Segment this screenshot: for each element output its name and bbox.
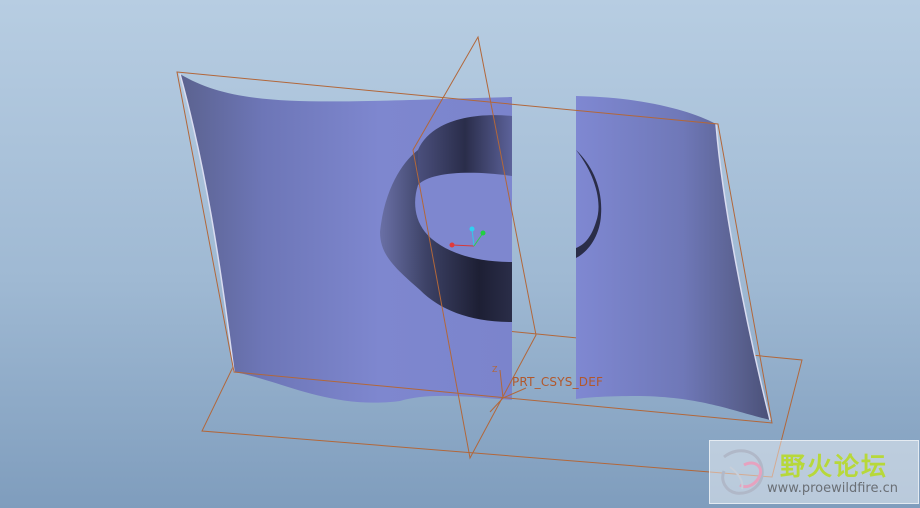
watermark-title: 野火论坛 <box>780 452 889 481</box>
model-viewport[interactable]: Z PRT_CSYS_DEF 野火论坛 www.proewildfire.cn <box>0 0 920 508</box>
csys-label: PRT_CSYS_DEF <box>512 375 604 389</box>
right-surface[interactable] <box>576 96 770 420</box>
forum-watermark: 野火论坛 www.proewildfire.cn <box>709 440 919 504</box>
model-scene[interactable]: Z <box>0 0 920 508</box>
forum-logo-icon <box>721 449 764 495</box>
csys-axis-z-label: Z <box>492 365 498 374</box>
watermark-url: www.proewildfire.cn <box>767 481 898 496</box>
